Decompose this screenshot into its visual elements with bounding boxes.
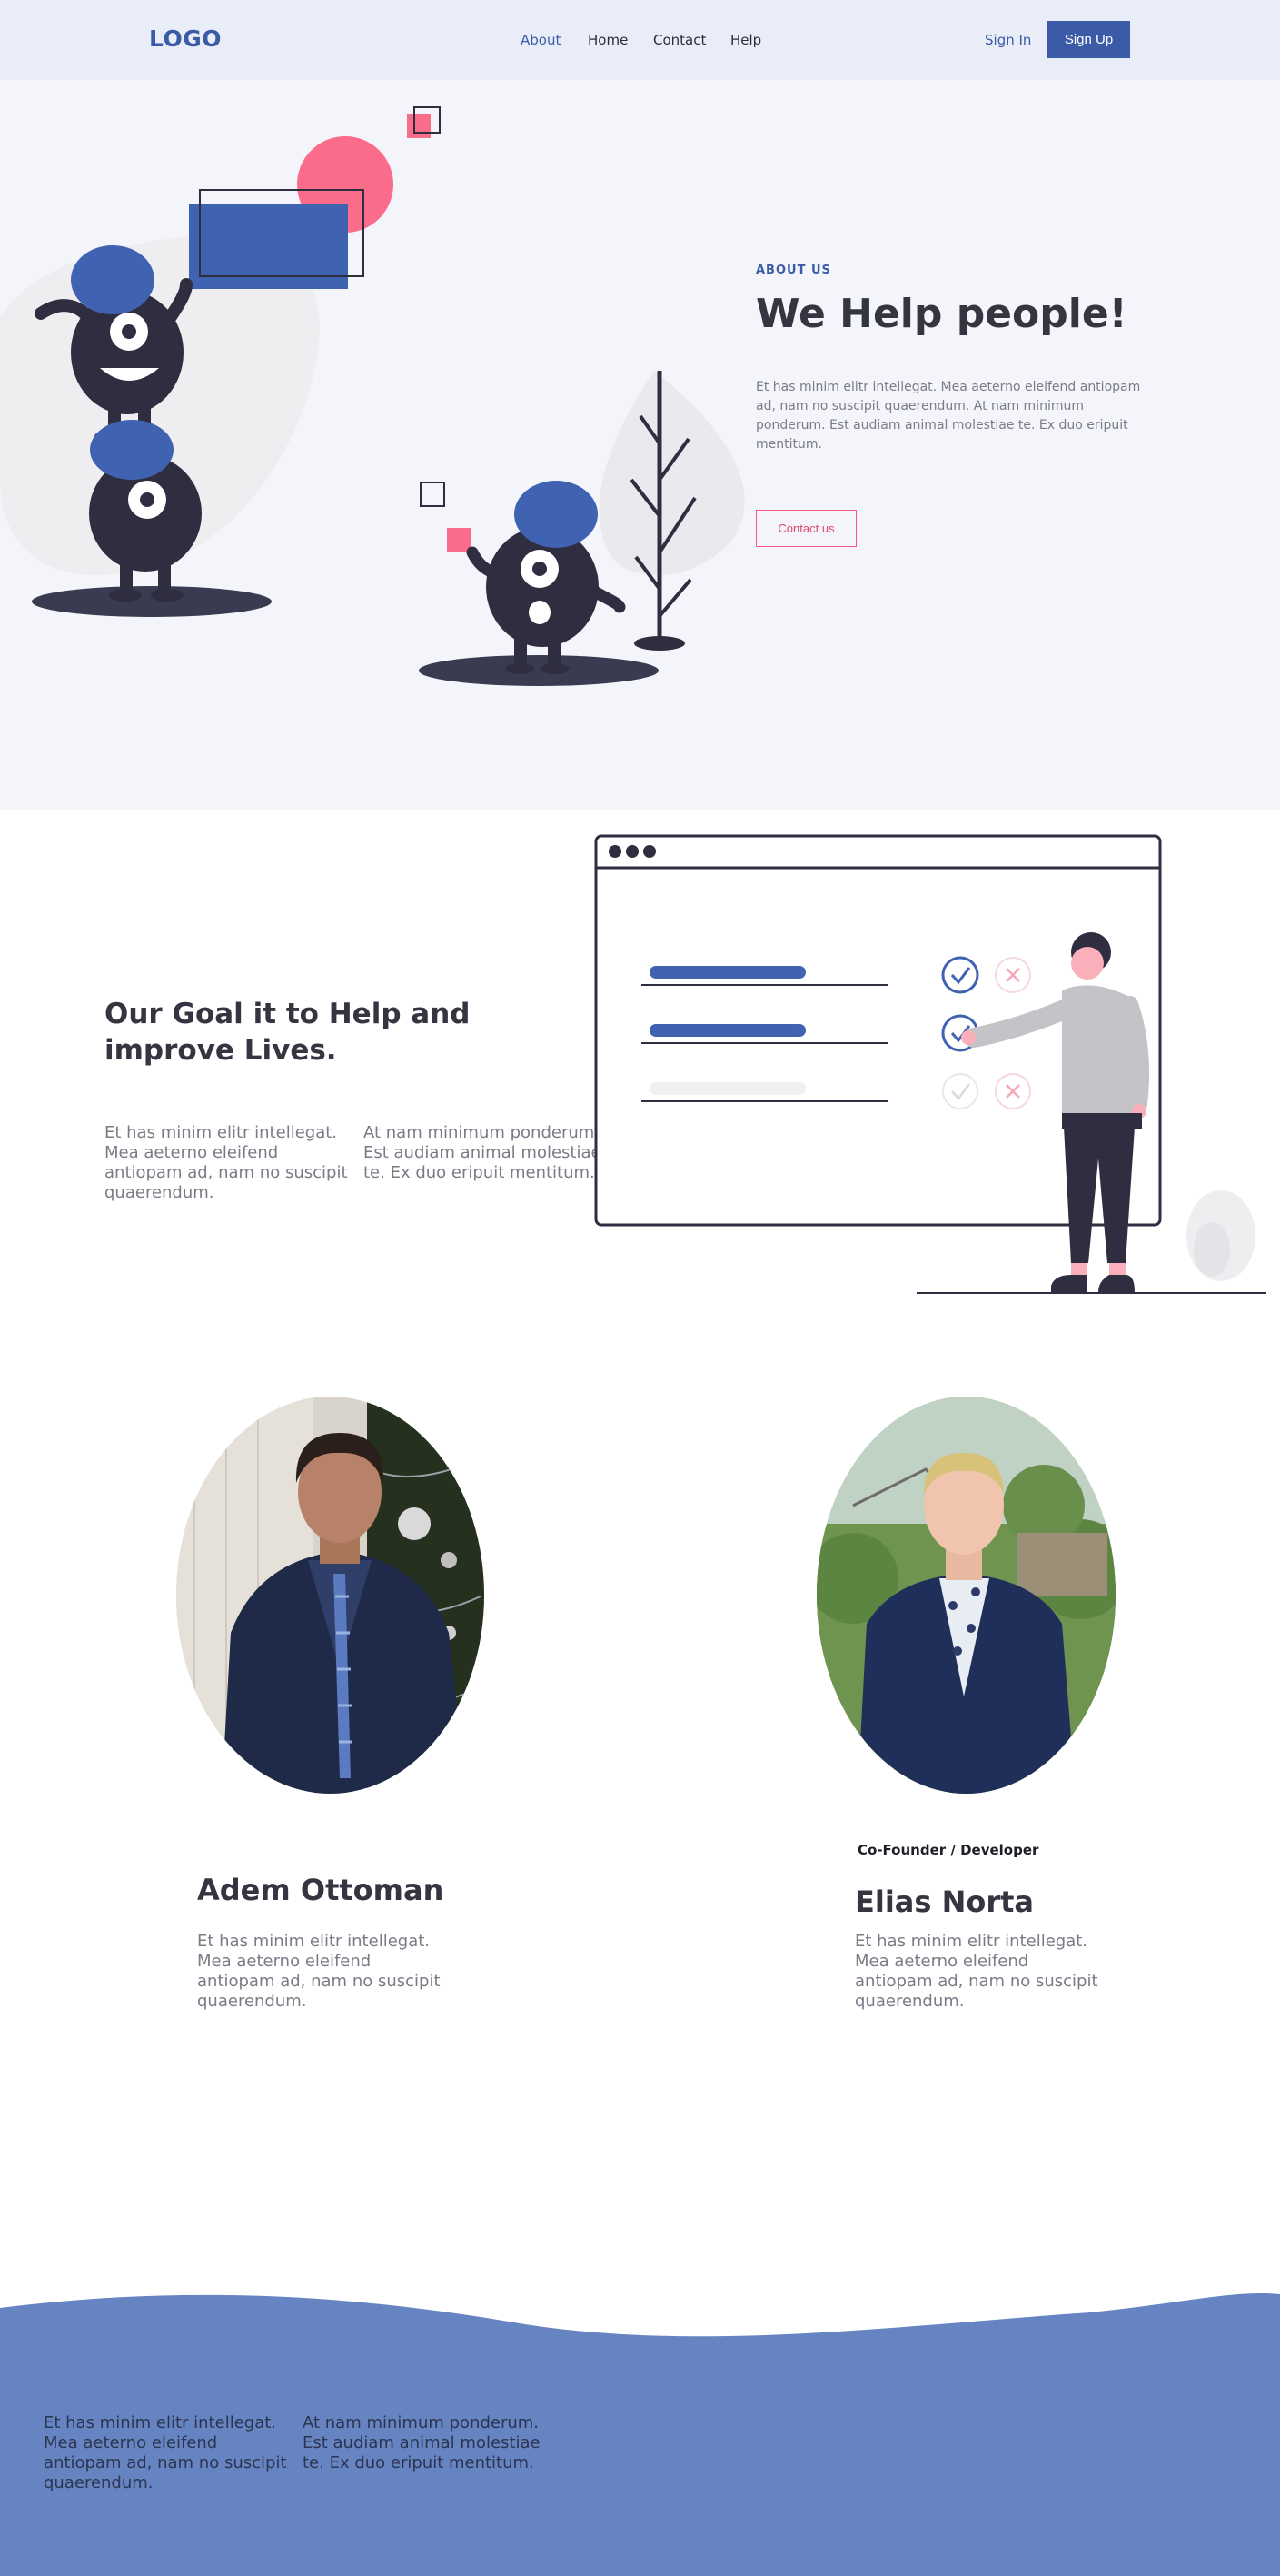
goal-text-right: At nam minimum ponderum. Est audiam anim… <box>363 1123 601 1182</box>
monsters-illustration <box>0 106 745 686</box>
footer: Et has minim elitr intellegat. Mea aeter… <box>0 2290 1280 2576</box>
checklist-illustration <box>594 834 1266 1294</box>
hero-description: Et has minim elitr intellegat. Mea aeter… <box>756 380 1141 452</box>
nav-link-contact[interactable]: Contact <box>653 32 706 48</box>
nav-link-help[interactable]: Help <box>730 32 761 48</box>
logo[interactable]: LOGO <box>149 25 222 52</box>
member-role: Co-Founder / Developer <box>858 1842 1039 1858</box>
portrait-elias-norta <box>817 1397 1116 1794</box>
hero-title: We Help people! <box>756 291 1127 337</box>
footer-text-left: Et has minim elitr intellegat. Mea aeter… <box>44 2413 287 2492</box>
top-navbar: LOGO About Home Contact Help Sign In Sig… <box>0 0 1280 80</box>
member-bio: Et has minim elitr intellegat. Mea aeter… <box>855 1932 1098 2011</box>
hero-eyebrow: ABOUT US <box>756 264 831 277</box>
goal-title: Our Goal it to Help and improve Lives. <box>104 998 471 1067</box>
hero-section: ABOUT US We Help people! Et has minim el… <box>0 80 1280 810</box>
footer-text-right: At nam minimum ponderum. Est audiam anim… <box>303 2413 541 2472</box>
contact-us-button[interactable]: Contact us <box>756 510 857 547</box>
member-name: Elias Norta <box>855 1885 1035 1919</box>
goal-text-left: Et has minim elitr intellegat. Mea aeter… <box>104 1123 348 1202</box>
member-name: Adem Ottoman <box>197 1873 444 1907</box>
sign-in-link[interactable]: Sign In <box>985 32 1031 48</box>
nav-link-about[interactable]: About <box>521 32 561 48</box>
member-bio: Et has minim elitr intellegat. Mea aeter… <box>197 1932 441 2011</box>
nav-link-home[interactable]: Home <box>588 32 628 48</box>
sign-up-button[interactable]: Sign Up <box>1047 21 1130 58</box>
portrait-adem-ottoman <box>176 1397 484 1794</box>
